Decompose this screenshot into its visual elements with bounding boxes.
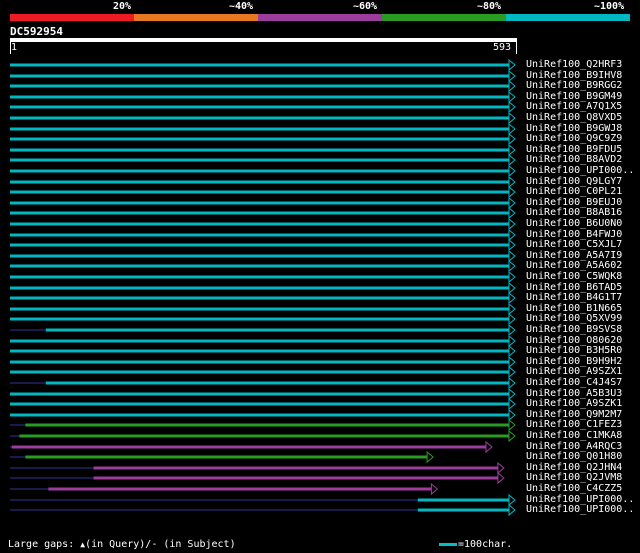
- hit-end-arrow-icon: [508, 100, 516, 114]
- hit-label[interactable]: UniRef100_B8AVD2: [526, 154, 622, 165]
- hit-label[interactable]: UniRef100_C4CZZ5: [526, 483, 622, 494]
- hit-end-arrow-icon: [508, 238, 516, 252]
- hit-end-arrow-icon: [508, 259, 516, 273]
- hit-end-arrow-icon: [508, 344, 516, 358]
- hit-end-arrow-icon: [426, 450, 434, 464]
- hit-end-arrow-icon: [508, 69, 516, 83]
- hit-label[interactable]: UniRef100_A7Q1X5: [526, 101, 622, 112]
- hit-end-arrow-icon: [508, 397, 516, 411]
- hit-label[interactable]: UniRef100_B9SVS8: [526, 324, 622, 335]
- hit-label[interactable]: UniRef100_Q2HRF3: [526, 59, 622, 70]
- hit-end-arrow-icon: [508, 376, 516, 390]
- hit-label[interactable]: UniRef100_Q2JVM8: [526, 472, 622, 483]
- hit-end-arrow-icon: [508, 281, 516, 295]
- hit-end-arrow-icon: [508, 323, 516, 337]
- hit-end-arrow-icon: [508, 249, 516, 263]
- hit-end-arrow-icon: [508, 217, 516, 231]
- hit-end-arrow-icon: [508, 365, 516, 379]
- hit-label[interactable]: UniRef100_Q5XV99: [526, 313, 622, 324]
- gaps-legend: Large gaps: ▲(in Query)/- (in Subject): [8, 539, 236, 551]
- hit-end-arrow-icon: [497, 461, 505, 475]
- hit-label[interactable]: UniRef100_UPI000..: [526, 165, 634, 176]
- query-gap-text: (in Query)/: [85, 539, 152, 550]
- hit-label[interactable]: UniRef100_C1FEZ3: [526, 419, 622, 430]
- hit-end-arrow-icon: [508, 90, 516, 104]
- hit-end-arrow-icon: [508, 334, 516, 348]
- hit-label[interactable]: UniRef100_UPI000..: [526, 504, 634, 515]
- subject-gap-text: - (in Subject): [151, 539, 236, 550]
- hit-end-arrow-icon: [508, 164, 516, 178]
- hit-end-arrow-icon: [485, 440, 493, 454]
- hit-end-arrow-icon: [508, 503, 516, 517]
- hit-end-arrow-icon: [508, 185, 516, 199]
- hit-label[interactable]: UniRef100_B3H5R0: [526, 345, 622, 356]
- hit-end-arrow-icon: [508, 302, 516, 316]
- hit-end-arrow-icon: [508, 408, 516, 422]
- scale-line-icon: [439, 542, 457, 546]
- hit-end-arrow-icon: [508, 312, 516, 326]
- hit-end-arrow-icon: [508, 175, 516, 189]
- hit-label[interactable]: UniRef100_A5A602: [526, 260, 622, 271]
- hit-end-arrow-icon: [508, 418, 516, 432]
- hit-end-arrow-icon: [508, 228, 516, 242]
- hit-label[interactable]: UniRef100_Q01H80: [526, 451, 622, 462]
- hit-label[interactable]: UniRef100_B6U0N0: [526, 218, 622, 229]
- hit-end-arrow-icon: [508, 270, 516, 284]
- hit-label[interactable]: UniRef100_Q9C9Z9: [526, 133, 622, 144]
- hit-label[interactable]: UniRef100_C5XJL7: [526, 239, 622, 250]
- hit-end-arrow-icon: [508, 355, 516, 369]
- hit-end-arrow-icon: [508, 196, 516, 210]
- hit-end-arrow-icon: [508, 122, 516, 136]
- hit-label[interactable]: UniRef100_B9RGG2: [526, 80, 622, 91]
- hit-end-arrow-icon: [508, 111, 516, 125]
- scale-legend: =100char.: [439, 539, 512, 551]
- hit-end-arrow-icon: [508, 58, 516, 72]
- hit-label[interactable]: UniRef100_A9SZX1: [526, 366, 622, 377]
- hit-label[interactable]: UniRef100_C5WQK8: [526, 271, 622, 282]
- hit-label[interactable]: UniRef100_Q8VXD5: [526, 112, 622, 123]
- hit-end-arrow-icon: [508, 153, 516, 167]
- hit-label[interactable]: UniRef100_C1MKA8: [526, 430, 622, 441]
- hit-end-arrow-icon: [508, 493, 516, 507]
- hit-end-arrow-icon: [508, 132, 516, 146]
- hit-label[interactable]: UniRef100_B4G1T7: [526, 292, 622, 303]
- hit-end-arrow-icon: [508, 206, 516, 220]
- gaps-text: Large gaps:: [8, 539, 81, 550]
- hit-end-arrow-icon: [508, 291, 516, 305]
- hit-end-arrow-icon: [508, 79, 516, 93]
- hit-label[interactable]: UniRef100_C4J4S7: [526, 377, 622, 388]
- scale-text: =100char.: [458, 539, 513, 550]
- hit-end-arrow-icon: [497, 471, 505, 485]
- hit-end-arrow-icon: [508, 429, 516, 443]
- hit-end-arrow-icon: [508, 143, 516, 157]
- hit-label[interactable]: UniRef100_C0PL21: [526, 186, 622, 197]
- hit-end-arrow-icon: [508, 387, 516, 401]
- hit-label[interactable]: UniRef100_B8AB16: [526, 207, 622, 218]
- hit-label[interactable]: UniRef100_A9SZK1: [526, 398, 622, 409]
- hit-end-arrow-icon: [430, 482, 439, 496]
